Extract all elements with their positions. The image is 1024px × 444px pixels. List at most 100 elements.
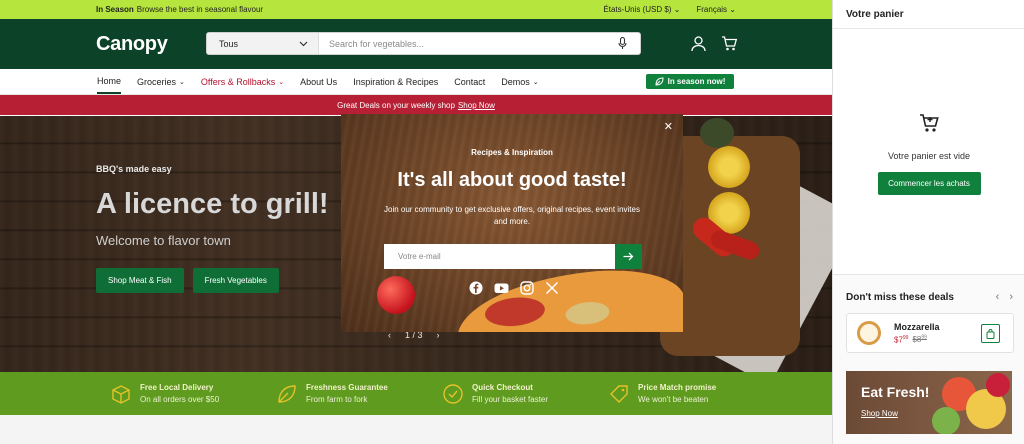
start-shopping-button[interactable]: Commencer les achats: [877, 172, 981, 195]
store-main: In Season Browse the best in seasonal fla…: [0, 0, 832, 444]
x-icon[interactable]: [545, 281, 559, 295]
main-nav: Home Groceries ⌄ Offers & Rollbacks ⌄ Abou…: [0, 69, 832, 95]
chevron-down-icon: ⌄: [179, 78, 185, 86]
newsletter-modal: ✕ Recipes & Inspiration It's all about g…: [341, 114, 683, 332]
announcement-bar: In Season Browse the best in seasonal fla…: [0, 0, 832, 19]
hero-subtitle: Welcome to flavor town: [96, 233, 231, 248]
subscribe-button[interactable]: [615, 244, 642, 269]
season-text: Browse the best in seasonal flavour: [136, 5, 264, 14]
leaf-icon: [655, 77, 664, 86]
tag-icon: [610, 384, 628, 403]
eggplant-slice: [700, 118, 734, 148]
zucchini-slice: [708, 146, 750, 188]
feature-text: We won't be beaten: [638, 395, 709, 404]
chevron-down-icon: ⌄: [532, 78, 539, 86]
account-icon[interactable]: [690, 35, 707, 52]
nav-groceries[interactable]: Groceries ⌄: [137, 69, 185, 94]
page: In Season Browse the best in seasonal fla…: [0, 0, 1024, 444]
search-input[interactable]: Search for vegetables...: [319, 33, 604, 54]
site-header: Canopy Tous Search for vegetables...: [0, 19, 832, 69]
deal-name: Mozzarella: [894, 321, 940, 332]
instagram-icon[interactable]: [520, 281, 534, 295]
locale-selectors: États-Unis (USD $) Français: [603, 5, 736, 14]
mozzarella-image: [857, 321, 881, 345]
logo[interactable]: Canopy: [96, 33, 206, 56]
chevron-down-icon: [299, 41, 308, 46]
shop-meat-fish-button[interactable]: Shop Meat & Fish: [96, 268, 184, 293]
season-announcement[interactable]: In Season Browse the best in seasonal fla…: [96, 5, 263, 14]
cart-drawer: Votre panier Votre panier est vide Comme…: [832, 0, 1024, 444]
feature-text: From farm to fork: [306, 395, 368, 404]
promo-banner: Great Deals on your weekly shop Shop Now: [0, 95, 832, 115]
add-to-cart-button[interactable]: [981, 324, 1000, 343]
feature-title: Freshness Guarantee: [306, 383, 388, 392]
chevron-down-icon: ⌄: [278, 78, 285, 86]
microphone-icon[interactable]: [604, 33, 640, 54]
deal-price: $799 $899: [894, 335, 940, 345]
fruit-image: [932, 407, 960, 434]
arrow-right-icon: [623, 252, 634, 261]
close-icon[interactable]: ✕: [664, 120, 673, 133]
newsletter-form: Votre e-mail: [384, 244, 642, 269]
feature-title: Price Match promise: [638, 383, 717, 392]
deal-card[interactable]: Mozzarella $799 $899: [846, 313, 1014, 353]
currency-selector[interactable]: États-Unis (USD $): [603, 5, 680, 14]
prev-deal-icon[interactable]: ‹: [996, 291, 1000, 303]
check-circle-icon: [443, 383, 463, 404]
banner-title: Eat Fresh!: [861, 384, 930, 400]
banner-link[interactable]: Shop Now: [861, 409, 898, 418]
grilled-vegetables-image: [655, 116, 832, 372]
hero-content: BBQ's made easy A licence to grill! Welc…: [96, 164, 329, 293]
feature-checkout: Quick Checkout Fill your basket faster: [442, 372, 608, 415]
deal-old-price: $899: [912, 335, 926, 345]
deals-header: Don't miss these deals ‹ ›: [833, 275, 1024, 303]
fresh-vegetables-button[interactable]: Fresh Vegetables: [192, 268, 279, 293]
promo-text: Great Deals on your weekly shop: [337, 100, 455, 110]
features-bar: Free Local Delivery On all orders over $5…: [0, 372, 832, 415]
cart-icon: [920, 114, 939, 132]
nav-label: About Us: [300, 76, 338, 87]
hero-buttons: Shop Meat & Fish Fresh Vegetables: [96, 268, 329, 293]
modal-title: It's all about good taste!: [397, 169, 627, 191]
modal-description: Join our community to get exclusive offe…: [384, 205, 640, 226]
season-label: In Season: [96, 5, 134, 14]
feature-price-match: Price Match promise We won't be beaten: [608, 372, 774, 415]
in-season-label: In season now!: [667, 77, 726, 86]
hero-kicker: BBQ's made easy: [96, 164, 172, 174]
pizza-image: [451, 262, 683, 332]
youtube-icon[interactable]: [494, 281, 509, 295]
search-category-select[interactable]: Tous: [207, 33, 319, 54]
nav-label: Groceries: [137, 76, 177, 87]
header-actions: [690, 35, 738, 52]
deal-price-dollars: $7: [894, 335, 903, 345]
modal-kicker: Recipes & Inspiration: [471, 148, 553, 157]
nav-demos[interactable]: Demos ⌄: [501, 69, 538, 94]
feature-freshness: Freshness Guarantee From farm to fork: [276, 372, 442, 415]
shopping-bag-icon: [986, 328, 995, 339]
cart-title: Votre panier: [833, 0, 1024, 29]
language-selector[interactable]: Français: [696, 5, 736, 14]
feature-delivery: Free Local Delivery On all orders over $5…: [110, 372, 276, 415]
deals-section: Don't miss these deals ‹ › Mozzarella $7…: [833, 274, 1024, 444]
nav-label: Offers & Rollbacks: [200, 76, 276, 87]
nav-label: Demos: [501, 76, 530, 87]
nav-offers[interactable]: Offers & Rollbacks ⌄: [201, 69, 284, 94]
nav-home[interactable]: Home: [97, 69, 122, 94]
nav-about[interactable]: About Us: [300, 69, 337, 94]
promo-link[interactable]: Shop Now: [458, 101, 495, 110]
email-field[interactable]: Votre e-mail: [384, 244, 615, 269]
nav-label: Inspiration & Recipes: [353, 76, 439, 87]
cart-icon[interactable]: [721, 35, 738, 52]
search-category-label: Tous: [219, 38, 239, 49]
nav-label: Home: [97, 75, 122, 86]
nav-inspiration[interactable]: Inspiration & Recipes: [353, 69, 438, 94]
facebook-icon[interactable]: [469, 281, 483, 295]
in-season-button[interactable]: In season now!: [646, 74, 734, 89]
page-below-fold: [0, 415, 832, 444]
nav-label: Contact: [454, 76, 486, 87]
nav-contact[interactable]: Contact: [454, 69, 485, 94]
next-deal-icon[interactable]: ›: [1009, 291, 1013, 303]
eat-fresh-banner[interactable]: Eat Fresh! Shop Now: [846, 371, 1012, 434]
deals-arrows: ‹ ›: [996, 291, 1013, 303]
deals-title: Don't miss these deals: [846, 291, 954, 303]
